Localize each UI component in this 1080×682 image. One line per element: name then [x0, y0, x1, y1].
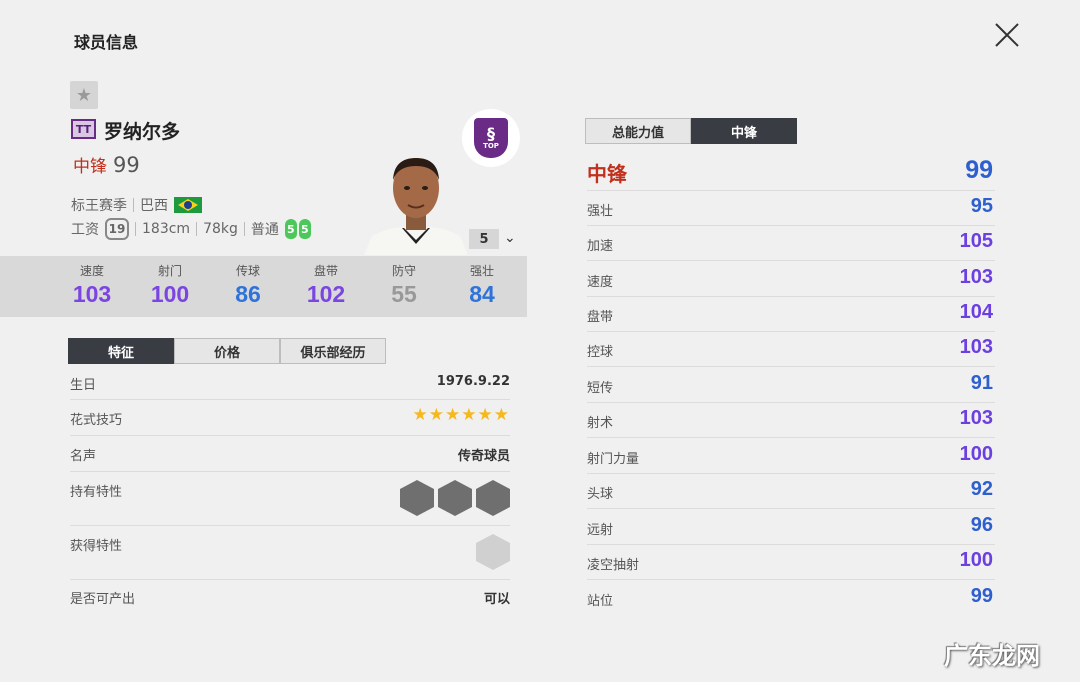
player-portrait: [364, 158, 468, 255]
attr-row: 强壮 95: [587, 191, 995, 226]
level-selector[interactable]: 5: [469, 229, 499, 249]
trait-finesse-icon[interactable]: [400, 480, 434, 516]
attr-row: 射术 103: [587, 403, 995, 438]
attr-row: 速度 103: [587, 262, 995, 297]
attribute-tabs: 总能力值 中锋: [585, 118, 797, 144]
info-row-reputation: 名声 传奇球员: [70, 436, 510, 472]
attr-row: 短传 91: [587, 368, 995, 403]
attribute-head: 中锋 99: [587, 156, 995, 191]
attr-row: 射门力量 100: [587, 439, 995, 474]
info-row-traits: 持有特性: [70, 472, 510, 526]
tab-traits[interactable]: 特征: [68, 338, 174, 364]
info-row-birthday: 生日 1976.9.22: [70, 368, 510, 400]
divider: [243, 222, 245, 236]
lock-icon: [476, 534, 510, 570]
divider: [196, 222, 198, 236]
position-rating: 中锋 99: [73, 152, 140, 177]
physical-line: 工资 19 183cm 78kg 普通 5 5: [71, 218, 311, 240]
skill-stars-icon: ★★★★★★: [412, 405, 510, 425]
position-label: 中锋: [73, 157, 107, 177]
player-name: 罗纳尔多: [104, 121, 181, 143]
trait-dribble-icon[interactable]: [438, 480, 472, 516]
attr-row: 远射 96: [587, 510, 995, 545]
stat-passing: 传球 86: [235, 264, 261, 307]
overall-rating: 99: [113, 153, 140, 177]
close-icon[interactable]: [990, 18, 1024, 52]
club-badge: § TOP: [462, 109, 520, 167]
club-logo-icon: § TOP: [474, 118, 508, 158]
trait-icons: [400, 480, 510, 516]
stat-defending: 防守 55: [391, 264, 417, 307]
tab-price[interactable]: 价格: [174, 338, 280, 364]
attr-row: 控球 103: [587, 332, 995, 367]
season-tag: TT: [71, 119, 96, 139]
stat-shooting: 射门 100: [150, 264, 190, 307]
stat-dribbling: 盘带 102: [306, 264, 346, 307]
attr-row: 加速 105: [587, 226, 995, 261]
season-name: 标王赛季: [71, 198, 127, 214]
watermark: 广东龙网: [944, 642, 1040, 670]
body-type: 普通: [250, 222, 279, 238]
divider: [135, 222, 136, 236]
info-row-tradable: 是否可产出 可以: [70, 592, 510, 607]
divider: [133, 198, 134, 212]
brazil-flag-icon: [174, 197, 202, 213]
info-row-skill: 花式技巧 ★★★★★★: [70, 400, 510, 436]
attr-row: 站位 99: [587, 585, 993, 609]
attr-row: 凌空抽射 100: [587, 545, 995, 580]
right-foot-rating: 5: [298, 219, 311, 239]
left-foot-rating: 5: [284, 219, 297, 239]
weight: 78kg: [203, 221, 238, 237]
salary-label: 工资: [71, 222, 99, 238]
tab-total[interactable]: 总能力值: [585, 118, 691, 144]
nation-name: 巴西: [140, 198, 168, 214]
salary-badge: 19: [105, 218, 129, 240]
tab-striker[interactable]: 中锋: [691, 118, 797, 144]
weak-foot-icon: 5 5: [284, 219, 311, 239]
trait-flair-icon[interactable]: [476, 480, 510, 516]
chevron-down-icon[interactable]: ⌄: [504, 230, 516, 246]
attr-row: 头球 92: [587, 474, 995, 509]
stat-pace: 速度 103: [72, 264, 112, 307]
favorite-star-icon[interactable]: ★: [70, 81, 98, 109]
info-tabs: 特征 价格 俱乐部经历: [68, 338, 386, 364]
height: 183cm: [142, 221, 191, 237]
page-title: 球员信息: [74, 33, 139, 52]
tab-club-history[interactable]: 俱乐部经历: [280, 338, 386, 364]
attr-row: 盘带 104: [587, 297, 995, 332]
stat-physical: 强壮 84: [469, 264, 495, 307]
info-row-acquired: 获得特性: [70, 526, 510, 580]
season-nation-line: 标王赛季 巴西: [71, 195, 202, 215]
